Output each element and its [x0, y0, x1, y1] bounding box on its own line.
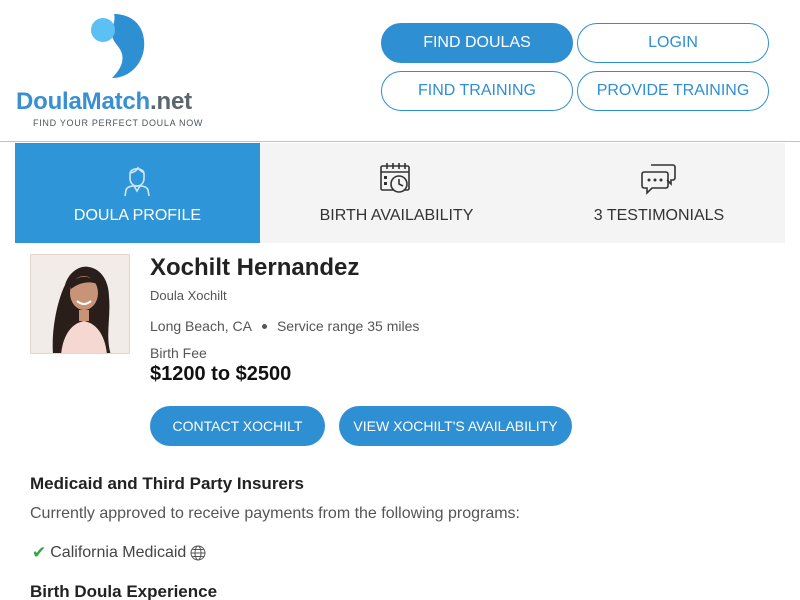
doula-person-icon — [124, 166, 150, 197]
doula-photo — [30, 254, 130, 354]
program-name: California Medicaid — [50, 544, 187, 561]
contact-doula-button[interactable]: CONTACT XOCHILT — [150, 406, 325, 446]
location-text: Long Beach, CA — [150, 318, 252, 334]
insurance-heading: Medicaid and Third Party Insurers — [30, 474, 304, 493]
chat-bubbles-icon — [641, 164, 676, 195]
provide-training-button[interactable]: PROVIDE TRAINING — [577, 71, 769, 111]
logo-tagline: FIND YOUR PERFECT DOULA NOW — [33, 118, 204, 128]
insurance-description: Currently approved to receive payments f… — [30, 505, 520, 522]
login-button[interactable]: LOGIN — [577, 23, 769, 63]
find-training-button[interactable]: FIND TRAINING — [381, 71, 573, 111]
birth-fee-value: $1200 to $2500 — [150, 363, 292, 385]
doula-name: Xochilt Hernandez — [150, 254, 360, 281]
doulamatch-logo[interactable]: DoulaMatch.net FIND YOUR PERFECT DOULA N… — [16, 10, 226, 132]
tab-doula-profile[interactable]: DOULA PROFILE — [15, 143, 260, 243]
logo-mark-icon — [91, 14, 145, 78]
logo-word-net: .net — [150, 88, 192, 115]
tab-label: DOULA PROFILE — [73, 207, 202, 224]
business-name: Doula Xochilt — [150, 288, 227, 303]
birth-fee-label: Birth Fee — [150, 345, 207, 361]
tab-label: BIRTH AVAILABILITY — [319, 207, 474, 224]
logo-word-doula: Doula — [16, 88, 82, 115]
checkmark-icon: ✔ — [32, 543, 47, 562]
tab-label: 3 TESTIMONIALS — [593, 207, 725, 224]
calendar-clock-icon — [380, 163, 410, 193]
tab-testimonials[interactable]: 3 TESTIMONIALS — [533, 143, 785, 243]
logo-word-match: Match — [81, 88, 151, 115]
globe-icon[interactable] — [190, 545, 206, 561]
site-header: DoulaMatch.net FIND YOUR PERFECT DOULA N… — [0, 0, 800, 142]
tab-birth-availability[interactable]: BIRTH AVAILABILITY — [260, 143, 533, 243]
service-range: Service range 35 miles — [276, 318, 420, 334]
separator-dot — [261, 323, 267, 329]
find-doulas-button[interactable]: FIND DOULAS — [381, 23, 573, 63]
program-item: ✔ California Medicaid — [32, 543, 206, 563]
profile-tabs: DOULA PROFILE BIRTH AVAILABILITY 3 TESTI… — [15, 143, 785, 243]
view-availability-button[interactable]: VIEW XOCHILT'S AVAILABILITY — [339, 406, 572, 446]
logo-wordmark: DoulaMatch.net — [16, 88, 192, 116]
location-line: Long Beach, CA Service range 35 miles — [150, 318, 419, 334]
experience-heading: Birth Doula Experience — [30, 582, 218, 600]
portrait-image — [31, 255, 129, 353]
